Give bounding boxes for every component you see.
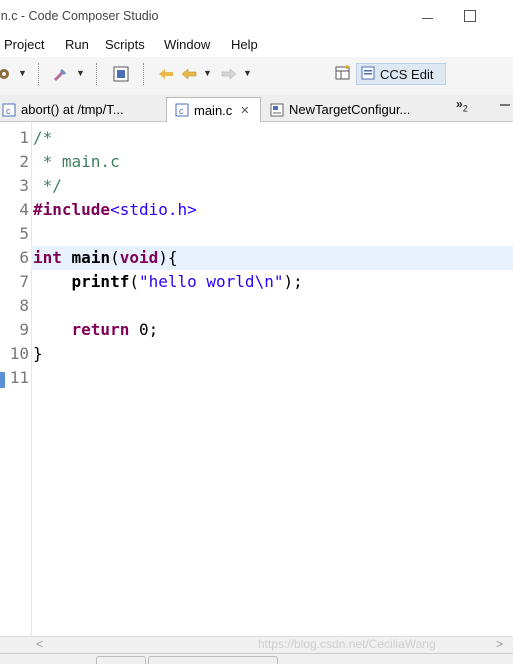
code-text: printf("hello world\n"); xyxy=(33,270,303,294)
code-text: return 0; xyxy=(33,318,159,342)
menu-window[interactable]: Window xyxy=(164,37,210,52)
line-number: 4 xyxy=(19,200,29,219)
c-file-icon: c xyxy=(2,103,16,117)
debug-dropdown-arrow-icon[interactable]: ▼ xyxy=(76,68,85,78)
code-token: return xyxy=(71,320,130,339)
code-text: */ xyxy=(33,174,62,198)
last-edit-location-icon[interactable] xyxy=(157,65,175,83)
scroll-left-icon[interactable]: < xyxy=(36,637,43,651)
window-title: in.c - Code Composer Studio xyxy=(0,9,159,23)
code-token: ( xyxy=(129,272,139,291)
toolbar-separator xyxy=(143,63,145,85)
minimize-button[interactable] xyxy=(418,6,438,26)
tab-label: NewTargetConfigur... xyxy=(289,102,411,117)
watermark: https://blog.csdn.net/CeciliaWang xyxy=(258,637,436,651)
status-bar xyxy=(0,653,513,664)
debug-icon[interactable] xyxy=(52,65,70,83)
code-token: main xyxy=(71,248,111,267)
toolbar: ▼ ▼ ▼ ▼ CCS Edit xyxy=(0,57,513,95)
line-number: 6 xyxy=(19,248,29,267)
svg-text:c: c xyxy=(179,106,184,116)
tab-overflow-button[interactable]: »2 xyxy=(456,97,468,113)
scroll-right-icon[interactable]: > xyxy=(496,637,503,651)
target-config-icon xyxy=(270,103,284,117)
line-number: 8 xyxy=(19,296,29,315)
forward-dropdown-arrow-icon[interactable]: ▼ xyxy=(243,68,252,78)
code-token: <stdio.h> xyxy=(110,200,197,219)
editor-tab-bar: c abort() at /tmp/T... c main.c ✕ NewTar… xyxy=(0,95,513,122)
code-token: */ xyxy=(33,176,62,195)
menu-scripts[interactable]: Scripts xyxy=(105,37,145,52)
line-number: 10 xyxy=(9,344,29,363)
line-number: 3 xyxy=(19,176,29,195)
line-number: 9 xyxy=(19,320,29,339)
line-number: 2 xyxy=(19,152,29,171)
menu-bar: Project Run Scripts Window Help xyxy=(0,33,513,57)
tab-abort[interactable]: c abort() at /tmp/T... xyxy=(0,97,160,122)
code-text: } xyxy=(33,342,43,366)
code-token: * main.c xyxy=(33,152,120,171)
line-number: 11 xyxy=(9,368,29,387)
ccs-edit-icon xyxy=(361,66,375,83)
terminal-icon[interactable] xyxy=(113,65,129,83)
close-icon[interactable]: ✕ xyxy=(240,104,249,117)
line-number: 7 xyxy=(19,272,29,291)
back-dropdown-arrow-icon[interactable]: ▼ xyxy=(203,68,212,78)
line-number: 1 xyxy=(19,128,29,147)
menu-run[interactable]: Run xyxy=(65,37,89,52)
toolbar-separator xyxy=(96,63,98,85)
back-arrow-icon[interactable] xyxy=(180,65,198,83)
tab-new-target-config[interactable]: NewTargetConfigur... xyxy=(264,97,449,122)
tab-main-c[interactable]: c main.c ✕ xyxy=(166,97,261,122)
maximize-button[interactable] xyxy=(460,6,480,26)
code-token: } xyxy=(33,344,43,363)
build-dropdown-arrow-icon[interactable]: ▼ xyxy=(18,68,27,78)
code-token: ); xyxy=(283,272,303,291)
code-token: int xyxy=(33,248,62,267)
minimize-editor-icon[interactable] xyxy=(500,104,510,106)
code-text: /* xyxy=(33,126,52,150)
menu-project[interactable]: Project xyxy=(4,37,44,52)
toolbar-separator xyxy=(38,63,40,85)
title-bar: in.c - Code Composer Studio xyxy=(0,0,513,33)
overflow-count: 2 xyxy=(462,103,468,114)
c-file-icon: c xyxy=(175,103,189,117)
horizontal-scrollbar[interactable]: < https://blog.csdn.net/CeciliaWang > xyxy=(0,636,513,654)
tab-label: main.c xyxy=(194,102,233,118)
code-token: void xyxy=(119,248,159,267)
code-text: #include<stdio.h> xyxy=(33,198,197,222)
code-token: #include xyxy=(33,200,111,219)
svg-text:c: c xyxy=(6,106,11,116)
ccs-edit-perspective-button[interactable]: CCS Edit xyxy=(356,63,446,85)
code-token: "hello world\n" xyxy=(138,272,284,291)
code-token: printf xyxy=(71,272,130,291)
code-token: /* xyxy=(33,128,53,147)
open-perspective-icon[interactable] xyxy=(334,64,354,84)
menu-help[interactable]: Help xyxy=(231,37,258,52)
code-editor[interactable]: 1/* 2 * main.c 3 */4 #include<stdio.h> 5 6 int… xyxy=(0,122,513,636)
code-text: int main(void){ xyxy=(33,246,178,270)
tab-label: abort() at /tmp/T... xyxy=(21,102,124,117)
forward-arrow-icon[interactable] xyxy=(220,65,238,83)
code-token: ( xyxy=(110,248,120,267)
code-token: ){ xyxy=(158,248,178,267)
line-number: 5 xyxy=(19,224,29,243)
code-token: 0; xyxy=(129,320,159,339)
code-text: * main.c xyxy=(33,150,120,174)
perspective-label: CCS Edit xyxy=(380,66,434,82)
overflow-symbol: » xyxy=(456,97,463,111)
gear-build-icon[interactable] xyxy=(0,65,12,83)
